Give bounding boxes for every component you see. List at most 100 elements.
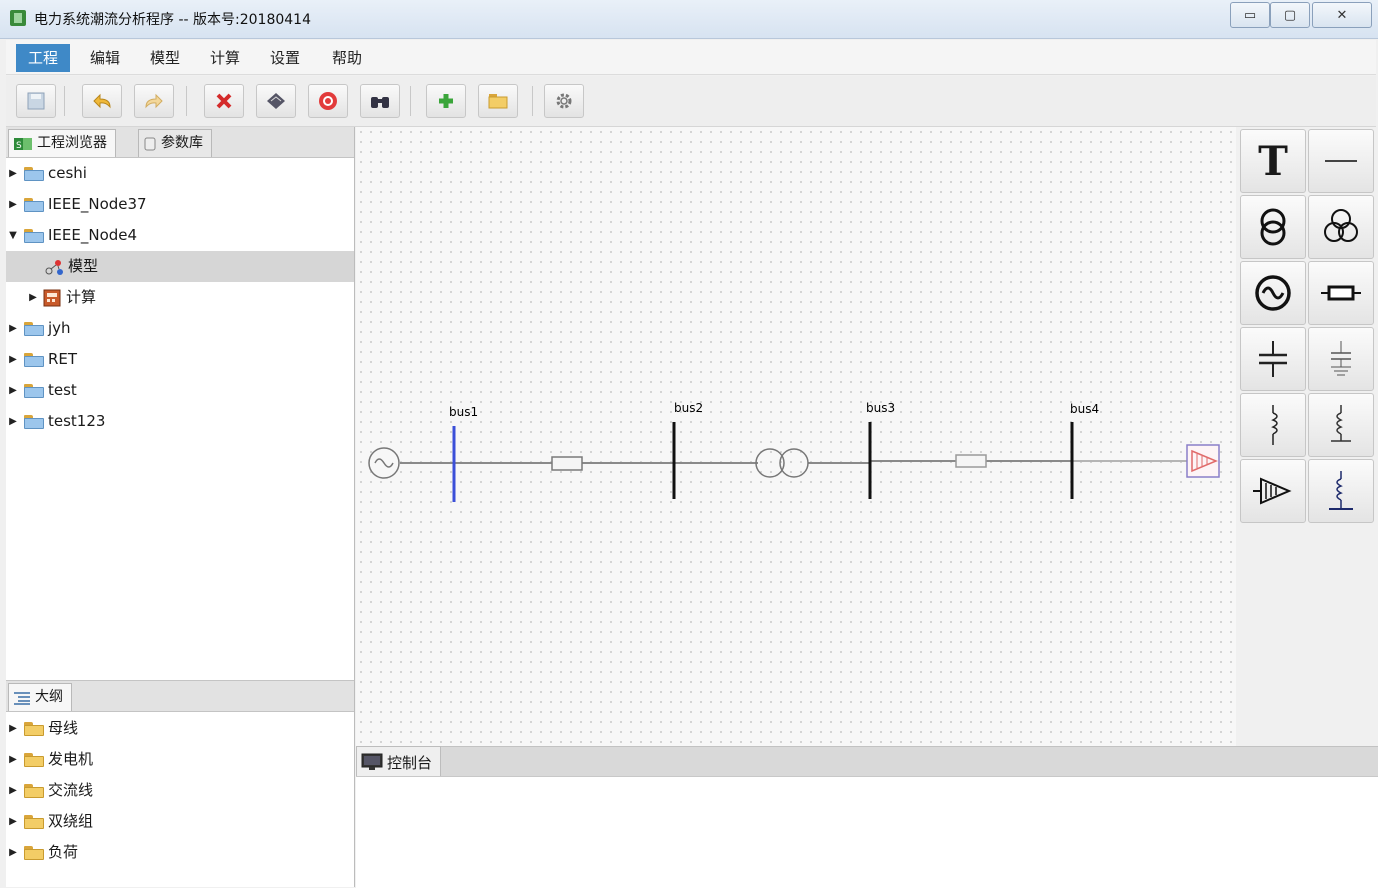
ac-line-tool-button[interactable] [1308, 261, 1374, 325]
outline-item-generator[interactable]: ▶ 发电机 [6, 744, 354, 775]
folder-icon [24, 845, 44, 860]
minimize-button[interactable]: ▭ [1230, 2, 1270, 28]
console-tabstrip [356, 746, 1378, 777]
tree-item-ret[interactable]: ▶ RET [6, 344, 354, 375]
tab-label: 大纲 [35, 689, 63, 705]
tree-item-ieee-node37[interactable]: ▶ IEEE_Node37 [6, 189, 354, 220]
tree-item-label: 母线 [48, 719, 79, 737]
expand-arrow-icon[interactable]: ▶ [26, 282, 40, 313]
grounded-reactor-tool-button[interactable] [1308, 459, 1374, 523]
load-icon [1253, 477, 1292, 505]
console-output[interactable] [356, 776, 1378, 888]
line-tool-button[interactable] [1308, 129, 1374, 193]
capacitor-tool-button[interactable] [1240, 327, 1306, 391]
open-button[interactable] [478, 84, 518, 118]
expand-arrow-icon[interactable]: ▶ [6, 344, 20, 375]
menu-calculate[interactable]: 计算 [198, 44, 252, 72]
left-panel: S 工程浏览器 参数库 ▶ ceshi ▶ IEEE_Node37 ▼ IEEE_No… [6, 127, 355, 887]
expand-arrow-icon[interactable]: ▶ [6, 744, 20, 775]
load-tool-button[interactable] [1240, 459, 1306, 523]
expand-arrow-icon[interactable]: ▶ [6, 775, 20, 806]
tree-item-test[interactable]: ▶ test [6, 375, 354, 406]
expand-arrow-icon[interactable]: ▶ [6, 158, 20, 189]
expand-arrow-icon[interactable]: ▶ [6, 189, 20, 220]
shunt-reactor-tool-button[interactable] [1308, 393, 1374, 457]
three-winding-transformer-button[interactable] [1308, 195, 1374, 259]
inductor-tool-button[interactable] [1240, 393, 1306, 457]
expand-arrow-icon[interactable]: ▶ [6, 837, 20, 868]
capacitor-icon [1259, 341, 1287, 377]
expand-arrow-icon[interactable]: ▶ [6, 713, 20, 744]
tree-item-label: 负荷 [48, 843, 79, 861]
outline-item-two-winding[interactable]: ▶ 双绕组 [6, 806, 354, 837]
bus3-label: bus3 [866, 401, 895, 415]
bus1-label: bus1 [449, 405, 478, 419]
find-button[interactable] [360, 84, 400, 118]
ground-capacitor-tool-button[interactable] [1308, 327, 1374, 391]
stop-icon [319, 92, 337, 110]
tab-outline[interactable]: 大纲 [8, 683, 72, 711]
tab-label: 工程浏览器 [37, 135, 107, 151]
outline-item-ac-line[interactable]: ▶ 交流线 [6, 775, 354, 806]
tree-item-label: test [48, 381, 77, 399]
generator-symbol[interactable] [368, 447, 400, 479]
save-icon [27, 92, 45, 110]
tab-parameter-library[interactable]: 参数库 [138, 129, 212, 157]
expand-arrow-icon[interactable]: ▶ [6, 806, 20, 837]
diamond-icon [267, 93, 285, 109]
title-bar: 电力系统潮流分析程序 -- 版本号:20180414 ▭ ▢ ✕ [0, 0, 1378, 39]
folder-icon [24, 197, 44, 212]
tree-item-test123[interactable]: ▶ test123 [6, 406, 354, 437]
shunt-reactor-icon [1331, 405, 1351, 442]
generator-tool-button[interactable] [1240, 261, 1306, 325]
two-winding-transformer-button[interactable] [1240, 195, 1306, 259]
tree-item-calculate[interactable]: ▶ 计算 [6, 282, 354, 313]
ground-capacitor-icon [1331, 341, 1351, 376]
text-tool-icon: T [1258, 137, 1288, 185]
collapse-arrow-icon[interactable]: ▼ [6, 220, 20, 251]
outline-item-load[interactable]: ▶ 负荷 [6, 837, 354, 868]
menu-edit[interactable]: 编辑 [78, 44, 132, 72]
diagram-canvas[interactable]: bus1 bus2 bus3 bus4 [356, 127, 1236, 747]
folder-icon [24, 228, 44, 243]
tree-item-model[interactable]: 模型 [6, 251, 354, 282]
save-button[interactable] [16, 84, 56, 118]
load-symbol[interactable] [1186, 444, 1220, 478]
diamond-button[interactable] [256, 84, 296, 118]
tree-item-label: ceshi [48, 164, 87, 182]
text-tool-button[interactable]: T [1240, 129, 1306, 193]
menu-project[interactable]: 工程 [16, 44, 71, 72]
undo-button[interactable] [82, 84, 122, 118]
menu-help[interactable]: 帮助 [320, 44, 374, 72]
tab-console[interactable]: 控制台 [356, 746, 442, 777]
tree-item-ceshi[interactable]: ▶ ceshi [6, 158, 354, 189]
one-line-diagram: bus1 bus2 bus3 bus4 [368, 401, 1220, 502]
undo-icon [93, 93, 111, 109]
outline-item-bus[interactable]: ▶ 母线 [6, 713, 354, 744]
transformer-symbol[interactable] [755, 448, 809, 478]
tree-item-label: RET [48, 350, 78, 368]
bus4-label: bus4 [1070, 402, 1099, 416]
settings-button[interactable] [544, 84, 584, 118]
database-icon [144, 137, 156, 150]
tab-project-explorer[interactable]: S 工程浏览器 [8, 129, 116, 157]
ac-line-symbol[interactable] [955, 454, 987, 468]
close-button[interactable]: ✕ [1312, 2, 1372, 28]
ac-line-symbol[interactable] [551, 456, 583, 471]
delete-button[interactable] [204, 84, 244, 118]
menu-model[interactable]: 模型 [138, 44, 192, 72]
stop-button[interactable] [308, 84, 348, 118]
tree-item-jyh[interactable]: ▶ jyh [6, 313, 354, 344]
explorer-tabstrip: S 工程浏览器 参数库 [6, 127, 354, 158]
tree-item-label: 发电机 [48, 750, 94, 768]
expand-arrow-icon[interactable]: ▶ [6, 375, 20, 406]
add-button[interactable] [426, 84, 466, 118]
expand-arrow-icon[interactable]: ▶ [6, 313, 20, 344]
minimize-icon: ▭ [1243, 7, 1257, 23]
expand-arrow-icon[interactable]: ▶ [6, 406, 20, 437]
maximize-button[interactable]: ▢ [1270, 2, 1310, 28]
menu-settings[interactable]: 设置 [258, 44, 312, 72]
component-palette: T [1236, 127, 1378, 747]
tree-item-ieee-node4[interactable]: ▼ IEEE_Node4 [6, 220, 354, 251]
redo-button[interactable] [134, 84, 174, 118]
